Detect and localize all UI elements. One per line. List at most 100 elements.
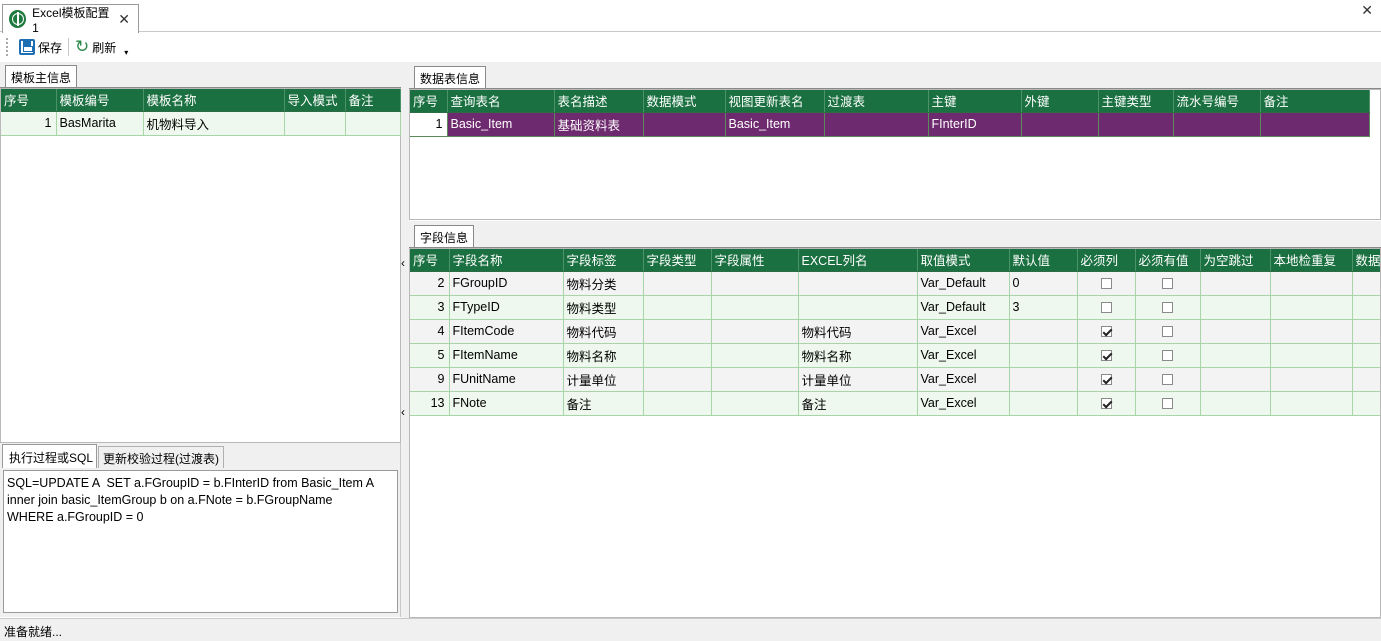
table-cell[interactable] <box>711 295 799 320</box>
table-cell[interactable] <box>345 111 401 136</box>
window-close-icon[interactable]: ✕ <box>1361 2 1373 19</box>
table-cell[interactable]: Var_Excel <box>917 391 1010 416</box>
table-cell[interactable] <box>643 112 726 137</box>
table-cell[interactable] <box>1200 271 1271 296</box>
column-header[interactable]: 默认值 <box>1009 249 1078 272</box>
table-cell[interactable] <box>643 367 712 392</box>
table-cell[interactable] <box>1173 112 1261 137</box>
table-cell[interactable] <box>711 271 799 296</box>
unchecked-checkbox[interactable] <box>1162 374 1173 386</box>
checkbox-cell[interactable] <box>1135 271 1201 296</box>
checkbox-cell[interactable] <box>1077 343 1136 368</box>
table-cell[interactable] <box>1270 271 1353 296</box>
column-header[interactable]: 视图更新表名 <box>725 90 825 113</box>
table-cell[interactable]: Basic_Item <box>447 112 555 137</box>
table-cell[interactable]: 物料代码 <box>563 319 644 344</box>
checkbox-cell[interactable] <box>1135 367 1201 392</box>
table-cell[interactable]: 1 <box>1 111 57 136</box>
table-cell[interactable]: 4 <box>410 319 450 344</box>
table-cell[interactable] <box>1009 367 1078 392</box>
column-header[interactable]: 过渡表 <box>824 90 929 113</box>
checked-checkbox[interactable] <box>1100 374 1112 386</box>
table-cell[interactable] <box>1200 319 1271 344</box>
checked-checkbox[interactable] <box>1100 398 1112 410</box>
table-cell[interactable] <box>643 343 712 368</box>
tab-template-master[interactable]: 模板主信息 <box>5 65 78 87</box>
table-cell[interactable]: FUnitName <box>449 367 564 392</box>
table-row[interactable]: 9 FUnitName 计量单位 计量单位 Var_Excel <box>410 367 1380 392</box>
table-cell[interactable] <box>1270 343 1353 368</box>
table-cell[interactable]: 机物料导入 <box>143 111 285 136</box>
template-master-grid[interactable]: 序号 模板编号 模板名称 导入模式 备注 1 BasMarita 机物料导入 <box>1 89 401 136</box>
checkbox-cell[interactable] <box>1135 319 1201 344</box>
table-cell[interactable] <box>1009 319 1078 344</box>
tab-close-icon[interactable]: ✕ <box>118 11 130 28</box>
checkbox-cell[interactable] <box>1135 343 1201 368</box>
column-header[interactable]: 字段标签 <box>563 249 644 272</box>
column-header[interactable]: 本地检重复 <box>1270 249 1353 272</box>
column-header[interactable]: 必须有值 <box>1135 249 1201 272</box>
column-header[interactable]: 取值模式 <box>917 249 1010 272</box>
table-cell[interactable]: 2 <box>410 271 450 296</box>
table-cell[interactable] <box>643 319 712 344</box>
table-cell[interactable] <box>643 295 712 320</box>
table-cell[interactable]: 计量单位 <box>563 367 644 392</box>
table-cell[interactable]: 1 <box>410 112 448 137</box>
table-cell[interactable]: 物料分类 <box>563 271 644 296</box>
table-cell[interactable] <box>1352 271 1380 296</box>
toolbar-dropdown-icon[interactable]: ▾ <box>124 48 128 57</box>
checked-checkbox[interactable] <box>1100 350 1112 362</box>
table-cell[interactable]: 物料名称 <box>563 343 644 368</box>
table-cell[interactable]: 5 <box>410 343 450 368</box>
table-cell[interactable] <box>643 271 712 296</box>
table-cell[interactable]: Var_Default <box>917 295 1010 320</box>
column-header[interactable]: 备注 <box>1260 90 1370 113</box>
sql-text-area[interactable]: SQL=UPDATE A SET a.FGroupID = b.FInterID… <box>3 470 398 613</box>
table-cell[interactable] <box>1270 319 1353 344</box>
table-cell[interactable]: 物料类型 <box>563 295 644 320</box>
table-cell[interactable]: Basic_Item <box>725 112 825 137</box>
table-cell[interactable] <box>711 319 799 344</box>
table-cell[interactable] <box>1352 367 1380 392</box>
table-cell[interactable]: Var_Excel <box>917 367 1010 392</box>
table-info-grid[interactable]: 序号 查询表名 表名描述 数据模式 视图更新表名 过渡表 主键 外键 主键类型 流水号编号 备注 1… <box>410 90 1370 137</box>
column-header[interactable]: 主键类型 <box>1098 90 1174 113</box>
table-cell[interactable]: Var_Excel <box>917 319 1010 344</box>
table-cell[interactable]: 计量单位 <box>798 367 918 392</box>
tab-update-check[interactable]: 更新校验过程(过渡表) <box>98 446 224 468</box>
column-header[interactable]: 为空跳过 <box>1200 249 1271 272</box>
refresh-button[interactable]: ↻ 刷新 <box>71 36 120 58</box>
table-cell[interactable] <box>1352 295 1380 320</box>
table-cell[interactable]: 0 <box>1009 271 1078 296</box>
table-cell[interactable]: FItemName <box>449 343 564 368</box>
save-button[interactable]: 保存 <box>15 36 66 58</box>
table-cell[interactable]: 13 <box>410 391 450 416</box>
checkbox-cell[interactable] <box>1135 391 1201 416</box>
table-cell[interactable]: Var_Default <box>917 271 1010 296</box>
table-cell[interactable]: FInterID <box>928 112 1022 137</box>
column-header[interactable]: 外键 <box>1021 90 1099 113</box>
column-header[interactable]: 序号 <box>410 249 450 272</box>
splitter-expand-icon[interactable]: ‹ <box>401 405 405 419</box>
column-header[interactable]: 查询表名 <box>447 90 555 113</box>
table-cell[interactable]: 物料代码 <box>798 319 918 344</box>
checkbox-cell[interactable] <box>1077 319 1136 344</box>
checkbox-cell[interactable] <box>1077 271 1136 296</box>
table-cell[interactable] <box>1200 295 1271 320</box>
table-cell[interactable] <box>1098 112 1174 137</box>
table-cell[interactable] <box>824 112 929 137</box>
table-row[interactable]: 2 FGroupID 物料分类 Var_Default 0 <box>410 271 1380 296</box>
table-cell[interactable]: 基础资料表 <box>554 112 644 137</box>
table-cell[interactable] <box>1270 367 1353 392</box>
document-tab[interactable]: Excel模板配置1 ✕ <box>2 4 139 35</box>
table-row[interactable]: 13 FNote 备注 备注 Var_Excel <box>410 391 1380 416</box>
table-row[interactable]: 5 FItemName 物料名称 物料名称 Var_Excel <box>410 343 1380 368</box>
splitter-collapse-icon[interactable]: ‹ <box>401 256 405 270</box>
table-cell[interactable] <box>1352 343 1380 368</box>
checkbox-cell[interactable] <box>1077 367 1136 392</box>
table-cell[interactable] <box>1200 367 1271 392</box>
table-cell[interactable] <box>1352 391 1380 416</box>
table-cell[interactable] <box>1270 391 1353 416</box>
table-cell[interactable] <box>711 343 799 368</box>
unchecked-checkbox[interactable] <box>1162 350 1173 362</box>
